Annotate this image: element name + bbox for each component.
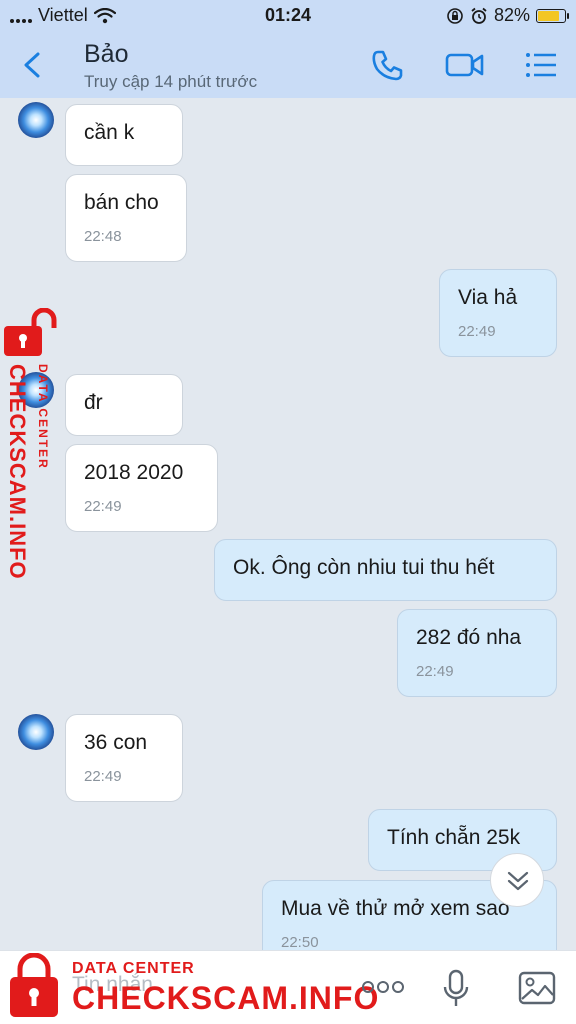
microphone-icon[interactable] [442,969,470,1009]
message-text: 36 con [84,731,148,754]
message-time: 22:49 [458,323,496,340]
message-incoming[interactable]: cần k [65,104,183,166]
padlock-icon [10,953,58,1017]
message-text: 282 đó nha [416,626,522,649]
scroll-to-bottom-button[interactable] [490,853,544,907]
message-outgoing[interactable]: 282 đó nha 22:49 [397,609,557,697]
video-call-icon[interactable] [445,48,485,82]
message-text: 2018 2020 [84,461,184,484]
alarm-icon [471,7,487,24]
message-text: Tính chẵn 25k [387,826,521,849]
message-outgoing[interactable]: Via hả 22:49 [439,269,557,357]
message-text: bán cho [84,191,159,214]
status-right: 82% [446,5,569,26]
last-seen-status: Truy cập 14 phút trước [84,72,258,91]
chat-header: Bảo Truy cập 14 phút trước [0,32,576,98]
message-composer: Tin nhắn DATA CENTER CHECKSCAM.INFO [0,950,576,1024]
message-text: đr [84,391,103,414]
contact-avatar[interactable] [18,102,54,138]
watermark-side: DATA CENTER CHECKSCAM.INFO [0,308,64,598]
message-text: Ok. Ông còn nhiu tui thu hết [233,556,495,579]
more-options-icon[interactable] [360,977,406,997]
message-time: 22:49 [84,498,122,515]
double-chevron-down-icon [507,871,529,891]
message-list[interactable]: cần k bán cho 22:48 Via hả 22:49 đr 2018… [0,98,576,950]
phone-call-icon[interactable] [370,48,406,82]
message-time: 22:48 [84,228,122,245]
battery-percent: 82% [493,5,530,25]
message-time: 22:50 [281,934,319,950]
message-incoming[interactable]: bán cho 22:48 [65,174,187,262]
message-text: Mua về thử mở xem sao [281,897,510,920]
message-text: Via hả [458,286,518,309]
watermark-bottom-big: CHECKSCAM.INFO [72,980,380,1016]
watermark-side-small: DATA CENTER [36,364,50,470]
message-time: 22:49 [84,768,122,785]
contact-name[interactable]: Bảo [84,40,128,69]
padlock-icon [4,308,57,356]
message-outgoing[interactable]: Ok. Ông còn nhiu tui thu hết [214,539,557,601]
contact-avatar[interactable] [18,714,54,750]
battery-icon [536,8,569,23]
message-incoming[interactable]: đr [65,374,183,436]
message-incoming[interactable]: 36 con 22:49 [65,714,183,802]
message-incoming[interactable]: 2018 2020 22:49 [65,444,218,532]
back-arrow-icon[interactable] [18,48,48,82]
message-time: 22:49 [416,663,454,680]
rotation-lock-icon [447,7,463,24]
watermark-bottom-small: DATA CENTER [72,960,195,977]
status-bar: Viettel 01:24 82% [0,0,576,32]
watermark-side-big: CHECKSCAM.INFO [5,364,30,580]
message-text: cần k [84,121,135,144]
image-gallery-icon[interactable] [518,971,556,1005]
menu-list-icon[interactable] [522,48,558,82]
